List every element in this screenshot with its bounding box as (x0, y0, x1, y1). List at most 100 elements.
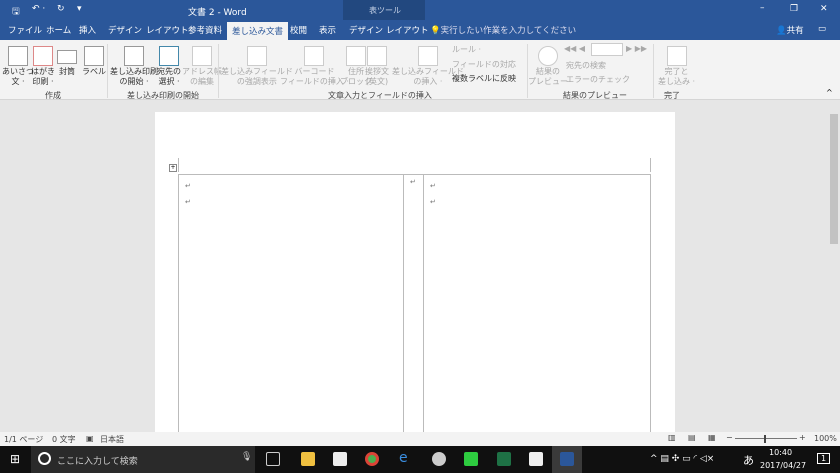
tab-file[interactable]: ファイル (8, 24, 42, 36)
minimize-button[interactable]: – (760, 3, 765, 13)
person-icon: 👤 (776, 26, 787, 36)
finish-icon (666, 46, 687, 66)
tab-table-design[interactable]: デザイン (349, 24, 383, 36)
language[interactable]: 日本語 (100, 434, 124, 445)
tab-references[interactable]: 参考資料 (188, 24, 222, 36)
line-icon[interactable] (464, 452, 478, 466)
ribbon-mailings: あいさつ文 · はがき 印刷 · 封筒 ラベル 作成 差し込み印刷 の開始 · 宛先… (0, 40, 840, 100)
table-border (178, 174, 179, 432)
check-errors-button[interactable]: エラーのチェック (566, 74, 630, 85)
undo-icon[interactable]: ↶ · (32, 4, 45, 14)
greeting-icon (8, 46, 28, 66)
group-label-insert: 文章入力とフィールドの挿入 (328, 91, 432, 100)
read-mode-icon[interactable]: ▥ (668, 433, 676, 442)
margin-mark (650, 158, 651, 172)
redo-icon[interactable]: ↻ (57, 4, 65, 14)
taskbar-search[interactable]: ここに入力して検索 🎙 (31, 446, 255, 473)
word-icon (560, 452, 574, 466)
edit-recipient-list-button[interactable]: アドレス帳 の編集 (182, 46, 222, 87)
preview-icon (538, 46, 558, 66)
app-icon[interactable] (432, 452, 446, 466)
paragraph-mark: ↵ (430, 198, 436, 206)
finish-merge-button[interactable]: 完了と 差し込み · (658, 46, 695, 87)
find-recipient-button[interactable]: 宛先の検索 (566, 60, 606, 71)
zoom-slider[interactable] (735, 438, 797, 439)
photos-icon[interactable] (529, 452, 543, 466)
word-count[interactable]: 0 文字 (52, 434, 76, 445)
tab-mailings[interactable]: 差し込み文書 (227, 22, 289, 40)
proofing-icon[interactable]: ▣ (86, 434, 94, 443)
scrollbar-thumb[interactable] (830, 114, 838, 244)
envelope-button[interactable]: 封筒 (57, 46, 77, 77)
customize-qat-icon[interactable]: ▾ (77, 4, 82, 14)
table-border (423, 174, 424, 432)
word-taskbar-button[interactable] (552, 446, 582, 473)
labels-button[interactable]: ラベル (82, 46, 106, 77)
rules-button[interactable]: ルール · (452, 44, 481, 55)
tab-layout[interactable]: レイアウト (146, 24, 189, 36)
clock-time[interactable]: 10:40 (769, 448, 792, 457)
cortana-icon (38, 452, 51, 465)
file-explorer-icon[interactable] (301, 452, 315, 466)
tab-home[interactable]: ホーム (46, 24, 71, 36)
address-icon (346, 46, 366, 66)
excel-icon[interactable] (497, 452, 511, 466)
greeting-button[interactable]: あいさつ文 · (2, 46, 34, 87)
tab-view[interactable]: 表示 (319, 24, 336, 36)
update-labels-button[interactable]: 複数ラベルに反映 (452, 73, 516, 84)
microphone-icon[interactable]: 🎙 (241, 452, 252, 462)
window-title: 文書 2 - Word (188, 8, 247, 18)
group-label-start: 差し込み印刷の開始 (127, 91, 199, 100)
save-icon[interactable]: 🖫 (12, 4, 20, 20)
start-mail-merge-button[interactable]: 差し込み印刷 の開始 · (110, 46, 158, 87)
collapse-ribbon-icon[interactable]: ^ (826, 88, 833, 97)
record-number-input[interactable] (591, 43, 623, 56)
tab-table-layout[interactable]: レイアウト (386, 24, 429, 36)
first-prev-record-button[interactable]: ◀◀ ◀ (564, 44, 585, 53)
group-label-finish: 完了 (664, 91, 680, 100)
comments-icon[interactable]: ▭ (818, 24, 826, 34)
store-icon[interactable] (333, 452, 347, 466)
vertical-scrollbar[interactable] (828, 100, 840, 432)
barcode-icon (304, 46, 325, 66)
labels-icon (84, 46, 104, 66)
clock-date[interactable]: 2017/04/27 (760, 461, 806, 470)
close-button[interactable]: ✕ (820, 4, 828, 14)
zoom-slider-thumb[interactable] (764, 435, 766, 443)
share-button[interactable]: 👤共有 (776, 24, 804, 36)
ime-indicator[interactable]: あ (743, 452, 754, 468)
edge-icon[interactable]: e (399, 450, 413, 466)
document-page[interactable]: + ↵ ↵ ↵ ↵ ↵ (155, 112, 675, 432)
tray-icons[interactable]: ^ ▤ ✣ ▭ ◜ ◁× (650, 454, 714, 464)
preview-results-button[interactable]: 結果の プレビュー (528, 46, 568, 87)
print-layout-icon[interactable]: ▤ (688, 433, 696, 442)
table-move-handle-icon[interactable]: + (169, 164, 177, 172)
page-count[interactable]: 1/1 ページ (4, 434, 43, 445)
next-last-record-button[interactable]: ▶ ▶▶ (626, 44, 647, 53)
search-placeholder: ここに入力して検索 (57, 457, 138, 467)
group-separator (653, 44, 654, 98)
group-separator (107, 44, 108, 98)
edit-list-icon (192, 46, 212, 66)
greeting-line-button[interactable]: 挨拶文 (英文) (365, 46, 389, 87)
tab-review[interactable]: 校閲 (290, 24, 307, 36)
select-recipients-button[interactable]: 宛先の 選択 · (157, 46, 181, 87)
task-view-icon[interactable] (266, 452, 280, 466)
tab-insert[interactable]: 挿入 (79, 24, 96, 36)
table-top-border (178, 174, 650, 175)
notifications-icon[interactable]: 1 (817, 453, 831, 464)
zoom-level[interactable]: 100% (814, 434, 837, 443)
windows-start-icon[interactable]: ⊞ (10, 452, 20, 466)
highlight-icon (246, 46, 267, 66)
tab-design[interactable]: デザイン (108, 24, 142, 36)
barcode-field-button[interactable]: バーコード フィールドの挿入 · (280, 46, 349, 87)
restore-button[interactable]: ❐ (790, 4, 798, 14)
web-layout-icon[interactable]: ▦ (708, 433, 716, 442)
paragraph-mark: ↵ (185, 182, 191, 190)
postcard-button[interactable]: はがき 印刷 · (31, 46, 55, 87)
zoom-out-button[interactable]: − (726, 433, 733, 442)
zoom-in-button[interactable]: + (799, 433, 806, 442)
match-fields-button[interactable]: フィールドの対応 (452, 59, 516, 70)
chrome-icon[interactable] (365, 452, 379, 466)
tell-me-search[interactable]: 💡実行したい作業を入力してください (430, 24, 576, 36)
